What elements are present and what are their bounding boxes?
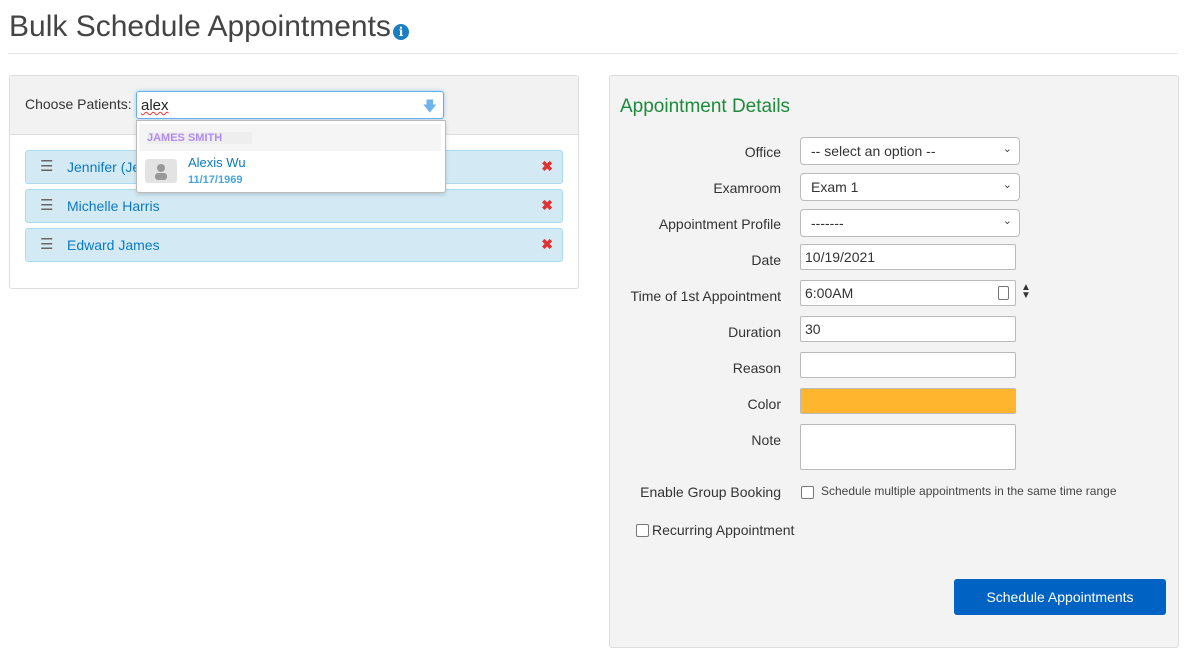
search-value: alex	[141, 97, 169, 114]
chevron-down-icon: ⌄	[1002, 179, 1012, 191]
schedule-appointments-button[interactable]: Schedule Appointments	[954, 579, 1166, 615]
drag-handle-icon[interactable]: ☰	[40, 235, 53, 253]
note-label: Note	[751, 432, 781, 448]
office-select[interactable]: -- select an option -- ⌄	[800, 137, 1020, 165]
group-booking-label: Enable Group Booking	[640, 484, 781, 500]
selected-patient-row[interactable]: ☰ Edward James ✖	[25, 228, 563, 262]
duration-value: 30	[805, 321, 821, 337]
reason-label: Reason	[732, 360, 781, 376]
search-result-dob[interactable]: 11/17/1969	[188, 174, 242, 186]
remove-icon[interactable]: ✖	[541, 236, 553, 253]
avatar-icon[interactable]	[145, 159, 177, 183]
recurring-checkbox[interactable]	[636, 524, 649, 537]
arrow-down-icon[interactable]: 🡇	[423, 96, 437, 120]
info-icon[interactable]: i	[393, 24, 409, 40]
patient-name[interactable]: Edward James	[67, 237, 160, 253]
reason-input[interactable]	[800, 352, 1016, 378]
office-value: -- select an option --	[811, 143, 936, 159]
recurring-label[interactable]: Recurring Appointment	[652, 522, 794, 538]
patient-search-dropdown: JAMES SMITH Alexis Wu 11/17/1969	[136, 120, 446, 193]
contact-card-icon	[998, 286, 1009, 300]
drag-handle-icon[interactable]: ☰	[40, 196, 53, 214]
chevron-down-icon: ⌄	[1002, 143, 1012, 155]
group-booking-checkbox[interactable]	[801, 486, 814, 499]
section-heading: Appointment Details	[620, 96, 791, 117]
choose-patients-label: Choose Patients:	[25, 96, 132, 112]
remove-icon[interactable]: ✖	[541, 158, 553, 175]
date-value: 10/19/2021	[805, 249, 876, 265]
date-input[interactable]: 10/19/2021	[800, 244, 1016, 270]
duration-input[interactable]: 30	[800, 316, 1016, 342]
time-value: 6:00AM	[805, 285, 854, 301]
time-label: Time of 1st Appointment	[630, 288, 781, 304]
examroom-label: Examroom	[713, 180, 781, 196]
examroom-value: Exam 1	[811, 179, 859, 195]
chevron-down-icon: ⌄	[1002, 215, 1012, 227]
color-label: Color	[747, 396, 781, 412]
profile-value: -------	[811, 215, 844, 231]
note-textarea[interactable]	[800, 424, 1016, 470]
date-label: Date	[751, 252, 781, 268]
time-stepper-icon[interactable]: ▲ ▼	[1021, 283, 1031, 301]
profile-select[interactable]: ------- ⌄	[800, 209, 1020, 237]
page-title: Bulk Schedule Appointments	[9, 10, 391, 43]
duration-label: Duration	[728, 324, 781, 340]
patient-search-input[interactable]: alex 🡇	[136, 91, 444, 119]
remove-icon[interactable]: ✖	[541, 197, 553, 214]
examroom-select[interactable]: Exam 1 ⌄	[800, 173, 1020, 201]
appointment-details-panel: Appointment Details Office -- select an …	[609, 75, 1179, 648]
search-result-name[interactable]: Alexis Wu	[188, 155, 246, 170]
drag-handle-icon[interactable]: ☰	[40, 157, 53, 175]
patient-name[interactable]: Michelle Harris	[67, 198, 160, 214]
profile-label: Appointment Profile	[658, 216, 781, 232]
dropdown-group-header: JAMES SMITH	[139, 124, 441, 151]
office-label: Office	[744, 144, 781, 160]
color-picker[interactable]	[800, 388, 1016, 414]
patient-name[interactable]: Jennifer (Je	[67, 159, 140, 175]
selected-patient-row[interactable]: ☰ Michelle Harris ✖	[25, 189, 563, 223]
group-booking-description: Schedule multiple appointments in the sa…	[821, 484, 1117, 498]
time-input[interactable]: 6:00AM	[800, 280, 1016, 306]
group-label: JAMES SMITH	[147, 132, 253, 144]
divider	[8, 53, 1178, 54]
